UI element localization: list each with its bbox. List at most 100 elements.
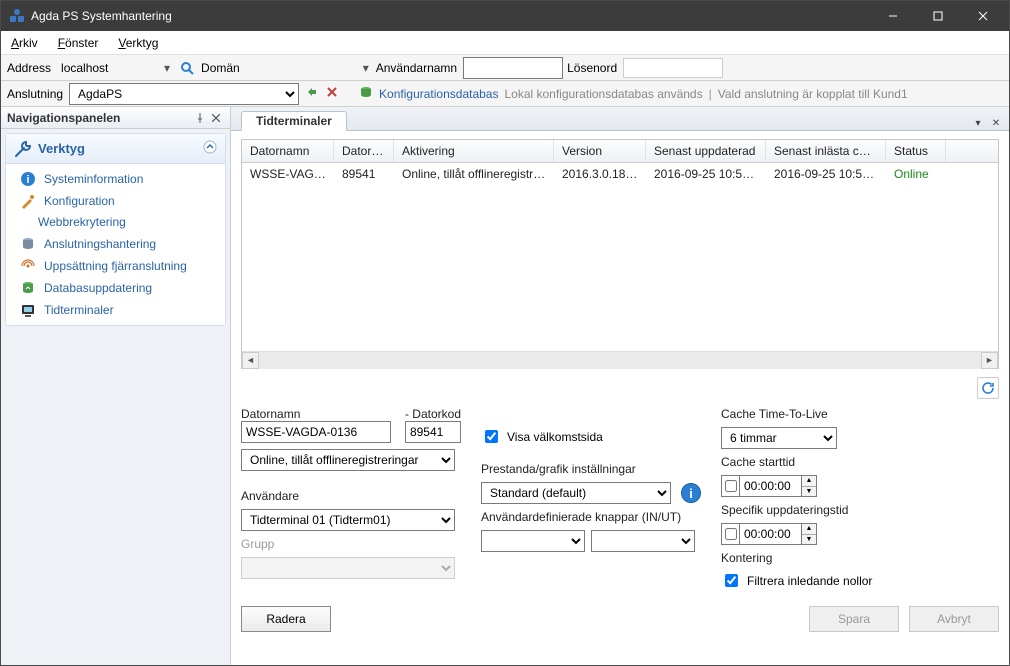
grid-header-cell[interactable]: Senast inlästa cache [766, 140, 886, 162]
refresh-button[interactable] [977, 377, 999, 399]
pin-icon[interactable] [192, 110, 208, 126]
anvdef-label: Användardefinierade knappar (IN/UT) [481, 510, 701, 524]
window-title: Agda PS Systemhantering [31, 9, 870, 23]
minimize-button[interactable] [870, 1, 915, 31]
close-button[interactable] [960, 1, 1005, 31]
tab-dropdown-icon[interactable]: ▾ [971, 116, 985, 130]
aktivering-select[interactable]: Online, tillåt offlineregistreringar [241, 449, 455, 471]
user-input[interactable] [463, 57, 563, 79]
doman-dropdown-icon[interactable]: ▾ [360, 61, 372, 75]
nav-panel: Navigationspanelen Verktyg [1, 107, 231, 665]
connection-toolbar: Anslutning AgdaPS Konfigurationsdatabas … [1, 81, 1009, 107]
connect-icon[interactable] [305, 85, 319, 102]
chevron-up-icon [203, 140, 217, 157]
button-bar: Radera Spara Avbryt [241, 598, 999, 632]
grid-hscroll[interactable]: ◄ ► [242, 351, 998, 368]
search-icon[interactable] [177, 58, 197, 78]
radera-button[interactable]: Radera [241, 606, 331, 632]
konfig-db-link[interactable]: Konfigurationsdatabas [379, 87, 498, 101]
menu-verktyg[interactable]: Verktyg [108, 31, 168, 54]
cache-start-time: ▲▼ [721, 475, 971, 497]
antenna-icon [20, 258, 36, 274]
tab-close-icon[interactable]: ✕ [989, 116, 1003, 130]
anvdef-in-select[interactable] [481, 530, 585, 552]
prestanda-select[interactable]: Standard (default) [481, 482, 671, 504]
address-input[interactable] [57, 57, 157, 79]
scroll-right-icon[interactable]: ► [981, 352, 998, 369]
grid-header-cell[interactable]: Version [554, 140, 646, 162]
datorkod-input[interactable] [405, 421, 461, 443]
nav-item-fjarranslutning[interactable]: Uppsättning fjärranslutning [6, 255, 225, 277]
grid-header-cell[interactable]: Datornamn [242, 140, 334, 162]
pass-input[interactable] [623, 58, 723, 78]
grid-row[interactable]: WSSE-VAGDA... 89541 Online, tillåt offli… [242, 163, 998, 185]
anslutning-label: Anslutning [7, 87, 63, 101]
nav-item-webbrekrytering[interactable]: Webbrekrytering [6, 212, 225, 233]
tab-tidterminaler[interactable]: Tidterminaler [241, 111, 347, 131]
gear-icon [20, 193, 36, 209]
svg-text:i: i [26, 174, 29, 186]
titlebar: Agda PS Systemhantering [1, 1, 1009, 31]
address-toolbar: Address ▾ Domän ▾ Användarnamn Lösenord [1, 55, 1009, 81]
spara-button: Spara [809, 606, 899, 632]
wrench-icon [14, 140, 32, 158]
info-icon: i [20, 171, 36, 187]
specifik-checkbox[interactable] [725, 528, 737, 540]
specifik-label: Specifik uppdateringstid [721, 503, 971, 517]
cache-ttl-label: Cache Time-To-Live [721, 407, 971, 421]
nav-panel-title: Navigationspanelen [7, 111, 120, 125]
visa-valkomst-checkbox[interactable] [485, 430, 498, 443]
kontering-label: Kontering [721, 551, 971, 565]
cache-start-input[interactable] [739, 475, 801, 497]
cache-start-checkbox[interactable] [725, 480, 737, 492]
grupp-label: Grupp [241, 537, 461, 551]
tab-content: Datornamn Datorkod Aktivering Version Se… [231, 131, 1009, 665]
menubar: Arkiv Fönster Verktyg [1, 31, 1009, 55]
scroll-left-icon[interactable]: ◄ [242, 352, 259, 369]
anslutning-select[interactable]: AgdaPS [69, 83, 299, 105]
grid-header-cell[interactable]: Datorkod [334, 140, 394, 162]
specifik-time: ▲▼ [721, 523, 971, 545]
info-icon[interactable]: i [681, 483, 701, 503]
address-dropdown-icon[interactable]: ▾ [161, 61, 173, 75]
nav-group-title: Verktyg [38, 141, 85, 156]
maximize-button[interactable] [915, 1, 960, 31]
grid-header: Datornamn Datorkod Aktivering Version Se… [242, 140, 998, 163]
user-label: Användarnamn [376, 61, 457, 75]
detail-form: Datornamn - Datorkod Online, tillåt offl… [241, 407, 999, 590]
delete-conn-icon[interactable] [325, 85, 339, 102]
datornamn-label: Datornamn [241, 407, 399, 421]
nav-item-tidterminaler[interactable]: Tidterminaler [6, 299, 225, 321]
grid-body: WSSE-VAGDA... 89541 Online, tillåt offli… [242, 163, 998, 351]
prestanda-label: Prestanda/grafik inställningar [481, 462, 701, 476]
anvdef-ut-select[interactable] [591, 530, 695, 552]
menu-arkiv[interactable]: Arkiv [1, 31, 48, 54]
spinner[interactable]: ▲▼ [801, 475, 817, 497]
nav-item-systeminformation[interactable]: i Systeminformation [6, 168, 225, 190]
nav-item-databasuppdatering[interactable]: Databasuppdatering [6, 277, 225, 299]
cache-start-label: Cache starttid [721, 455, 971, 469]
grid-header-cell[interactable]: Status [886, 140, 946, 162]
menu-fonster[interactable]: Fönster [48, 31, 109, 54]
doman-input[interactable] [246, 57, 356, 79]
tabbar: Tidterminaler ▾ ✕ [231, 107, 1009, 131]
specifik-input[interactable] [739, 523, 801, 545]
nav-item-konfiguration[interactable]: Konfiguration [6, 190, 225, 212]
grid-header-cell[interactable]: Aktivering [394, 140, 554, 162]
form-col-2: Visa välkomstsida Prestanda/grafik instä… [481, 407, 701, 590]
cache-ttl-select[interactable]: 6 timmar [721, 427, 837, 449]
main-area: Tidterminaler ▾ ✕ Datornamn Datorkod Akt… [231, 107, 1009, 665]
grid: Datornamn Datorkod Aktivering Version Se… [241, 139, 999, 369]
konfig-db-icon[interactable] [359, 85, 373, 102]
datornamn-input[interactable] [241, 421, 391, 443]
nav-group-header[interactable]: Verktyg [6, 134, 225, 164]
nav-close-icon[interactable] [208, 110, 224, 126]
nav-item-anslutningshantering[interactable]: Anslutningshantering [6, 233, 225, 255]
grupp-select [241, 557, 455, 579]
grid-header-cell[interactable]: Senast uppdaterad [646, 140, 766, 162]
anvandare-select[interactable]: Tidterminal 01 (Tidterm01) [241, 509, 455, 531]
body: Navigationspanelen Verktyg [1, 107, 1009, 665]
avbryt-button: Avbryt [909, 606, 999, 632]
filtrera-checkbox[interactable] [725, 574, 738, 587]
spinner[interactable]: ▲▼ [801, 523, 817, 545]
